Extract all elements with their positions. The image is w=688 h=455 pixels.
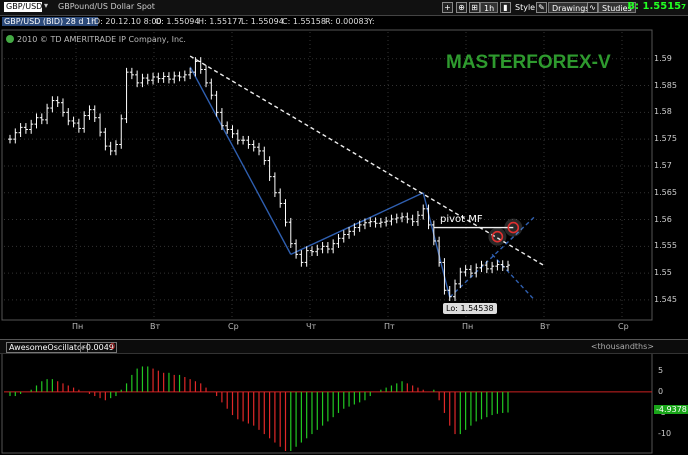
tda-logo-icon — [6, 35, 14, 43]
price-tick-label: 1.545 — [654, 294, 677, 304]
style-button[interactable]: Style — [512, 2, 538, 13]
marker-halo — [504, 218, 523, 237]
price-tick-label: 1.565 — [654, 187, 677, 197]
osc-tick-label: 5 — [658, 365, 664, 375]
info-y: Y: — [368, 17, 375, 26]
oscillator-header: AwesomeOscillator -0.0049 0 <thousandths… — [0, 339, 688, 354]
oscillator-name[interactable]: AwesomeOscillator — [6, 342, 89, 353]
link-icon[interactable]: ⊞ — [469, 2, 480, 13]
time-tick-label: Пн — [72, 322, 84, 331]
oscillator-current-value: -4.9378 — [654, 405, 688, 414]
osc-tick-label: 0 — [658, 386, 664, 396]
bar-style-icon[interactable]: ▮ — [500, 2, 511, 13]
time-tick-label: Ср — [618, 322, 629, 331]
price-tick-label: 1.555 — [654, 241, 677, 251]
price-chart[interactable] — [0, 28, 688, 455]
price-tick-label: 1.59 — [654, 53, 672, 63]
chart-symbol-tag: GBP/USD (BID) 28 d 1h — [2, 17, 99, 26]
symbol-input[interactable]: GBP/USD — [4, 2, 42, 12]
copyright-notice: 2010 © TD AMERITRADE IP Company, Inc. — [6, 35, 186, 44]
watermark-text: MASTERFOREX-V — [446, 52, 611, 73]
price-tick-label: 1.58 — [654, 107, 672, 117]
pivot-label: pivot MF — [440, 214, 483, 225]
low-price-label: Lo: 1.54538 — [443, 303, 497, 314]
price-tick-label: 1.57 — [654, 160, 672, 170]
price-tick-label: 1.56 — [654, 214, 672, 224]
price-tick-label: 1.575 — [654, 134, 677, 144]
info-low: L: 1.55094 — [241, 17, 284, 26]
marker-halo — [488, 227, 507, 246]
info-date: D: 20.12.10 8:00 — [94, 17, 162, 26]
time-tick-label: Вт — [150, 322, 161, 331]
osc-plot-frame — [1, 352, 653, 454]
price-tick-label: 1.55 — [654, 268, 672, 278]
osc-tick-label: -10 — [658, 429, 672, 439]
info-bar: GBP/USD (BID) 28 d 1h D: 20.12.10 8:00 O… — [0, 16, 688, 28]
price-tick-label: 1.585 — [654, 80, 677, 90]
toolbar: GBP/USD ▾ GBPound/US Dollar Spot + ⊕ ⊞ 1… — [0, 0, 688, 16]
oscillator-unit: <thousandths> — [590, 342, 654, 351]
crosshair-icon[interactable]: + — [442, 2, 453, 13]
trend-line — [290, 192, 424, 256]
study-icon[interactable]: ∿ — [587, 2, 598, 13]
time-tick-label: Ср — [228, 322, 239, 331]
trend-line — [491, 253, 536, 301]
time-tick-label: Пт — [384, 322, 395, 331]
info-high: H: 1.55177 — [198, 17, 243, 26]
oscillator-value-secondary: 0 — [110, 342, 116, 351]
bid-price: B: 1.55157 — [627, 1, 686, 12]
instrument-description: GBPound/US Dollar Spot — [58, 2, 155, 11]
info-change: R: 0.00083 — [325, 17, 369, 26]
zoom-icon[interactable]: ⊕ — [456, 2, 467, 13]
time-tick-label: Вт — [540, 322, 551, 331]
symbol-dropdown-icon[interactable]: ▾ — [44, 1, 48, 10]
pencil-icon[interactable]: ✎ — [536, 2, 547, 13]
time-tick-label: Пн — [462, 322, 474, 331]
trend-line — [189, 66, 292, 255]
info-close: C: 1.55158 — [282, 17, 326, 26]
time-tick-label: Чт — [306, 322, 317, 331]
timeframe-button[interactable]: 1h — [480, 2, 499, 13]
info-open: O: 1.55094 — [155, 17, 200, 26]
